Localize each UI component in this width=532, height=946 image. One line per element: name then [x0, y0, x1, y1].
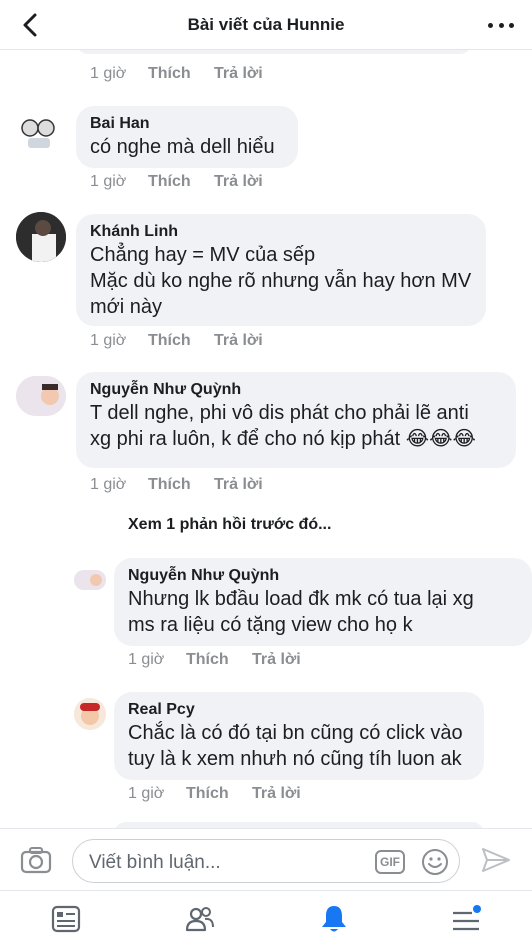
reply-actions: 1 giờ Thích Trả lời — [128, 785, 301, 803]
comment-actions: 1 giờ Thích Trả lời — [90, 65, 263, 83]
gif-button[interactable]: GIF — [375, 850, 405, 874]
comment-author[interactable]: Nguyễn Như Quỳnh — [90, 380, 502, 400]
top-bar: Bài viết của Hunnie — [0, 0, 532, 50]
reply-link[interactable]: Trả lời — [214, 173, 263, 191]
camera-button[interactable] — [20, 846, 52, 874]
bottom-tab-bar — [0, 890, 532, 946]
reply-text: ms ra liệu có tặng view cho họ k — [128, 614, 413, 636]
reply-link[interactable]: Trả lời — [214, 65, 263, 83]
comment-author[interactable]: Bai Han — [90, 114, 284, 134]
avatar[interactable] — [16, 376, 66, 416]
tab-notifications[interactable] — [318, 903, 350, 935]
reply-text: Nhưng lk bđầu load đk mk có tua lại xg — [128, 588, 474, 610]
reply-text: tuy là k xem nhưh nó cũng tíh luon ak — [128, 748, 462, 770]
comment-bubble: Bai Han có nghe mà dell hiểu — [76, 106, 298, 168]
page-title: Bài viết của Hunnie — [187, 15, 345, 34]
friends-icon — [185, 907, 214, 932]
comment-bubble: Khánh Linh Chẳng hay = MV của sếp Mặc dù… — [76, 214, 486, 326]
reply-bubble: Nguyễn Như Quỳnh Nhưng lk bđầu load đk m… — [114, 558, 532, 646]
reply-actions: 1 giờ Thích Trả lời — [128, 651, 301, 669]
reply-link[interactable]: Trả lời — [252, 651, 301, 669]
avatar[interactable] — [74, 570, 106, 590]
comment-text: mới này — [90, 296, 163, 318]
send-button[interactable] — [480, 846, 512, 874]
comment-text: xg phi ra luôn, k để cho nó kịp phát 😂😂😂 — [90, 428, 476, 450]
like-link[interactable]: Thích — [148, 332, 214, 350]
news-feed-icon — [51, 905, 81, 933]
comment-text: có nghe mà dell hiểu — [90, 136, 275, 158]
comment-bubble: Nguyễn Như Quỳnh T dell nghe, phi vô dis… — [76, 372, 516, 468]
like-link[interactable]: Thích — [148, 173, 214, 191]
tab-menu[interactable] — [450, 903, 482, 935]
avatar[interactable] — [74, 698, 106, 730]
bell-icon — [322, 906, 346, 932]
emoji-button[interactable] — [421, 848, 449, 876]
comment-placeholder: Viết bình luận... — [89, 852, 221, 873]
comment-author[interactable]: Khánh Linh — [90, 222, 472, 242]
like-link[interactable]: Thích — [186, 785, 252, 803]
comment-input[interactable]: Viết bình luận... GIF — [72, 839, 460, 883]
comment-text: T dell nghe, phi vô dis phát cho phải lẽ… — [90, 402, 469, 424]
send-icon — [482, 848, 510, 872]
reply-author[interactable]: Nguyễn Như Quỳnh — [128, 566, 518, 586]
comment-actions: 1 giờ Thích Trả lời — [90, 332, 263, 350]
comment-actions: 1 giờ Thích Trả lời — [90, 476, 263, 494]
like-link[interactable]: Thích — [148, 476, 214, 494]
like-link[interactable]: Thích — [186, 651, 252, 669]
smiley-icon — [422, 849, 448, 875]
avatar[interactable] — [16, 212, 66, 262]
comments-feed[interactable]: 1 giờ Thích Trả lời Bai Han có nghe mà d… — [0, 50, 532, 828]
tab-friends[interactable] — [184, 903, 216, 935]
tab-news-feed[interactable] — [50, 903, 82, 935]
like-link[interactable]: Thích — [148, 65, 214, 83]
comment-composer: Viết bình luận... GIF — [0, 828, 532, 890]
comment-bubble-previous — [76, 50, 472, 54]
avatar[interactable] — [16, 108, 62, 154]
comment-text: Chẳng hay = MV của sếp — [90, 244, 316, 266]
more-button[interactable] — [488, 12, 514, 38]
reply-link[interactable]: Trả lời — [214, 476, 263, 494]
reply-author[interactable]: Real Pcy — [128, 700, 470, 720]
comment-actions: 1 giờ Thích Trả lời — [90, 173, 263, 191]
more-dots-icon — [488, 22, 493, 28]
camera-icon — [20, 847, 52, 874]
reply-link[interactable]: Trả lời — [252, 785, 301, 803]
reply-link[interactable]: Trả lời — [214, 332, 263, 350]
view-previous-replies-link[interactable]: Xem 1 phản hồi trước đó... — [128, 516, 331, 534]
comment-text: Mặc dù ko nghe rõ nhưng vẫn hay hơn MV — [90, 270, 472, 292]
reply-bubble: Real Pcy Chắc là có đó tại bn cũng có cl… — [114, 692, 484, 780]
reply-text: Chắc là có đó tại bn cũng có click vào — [128, 722, 463, 744]
menu-icon — [453, 905, 481, 931]
